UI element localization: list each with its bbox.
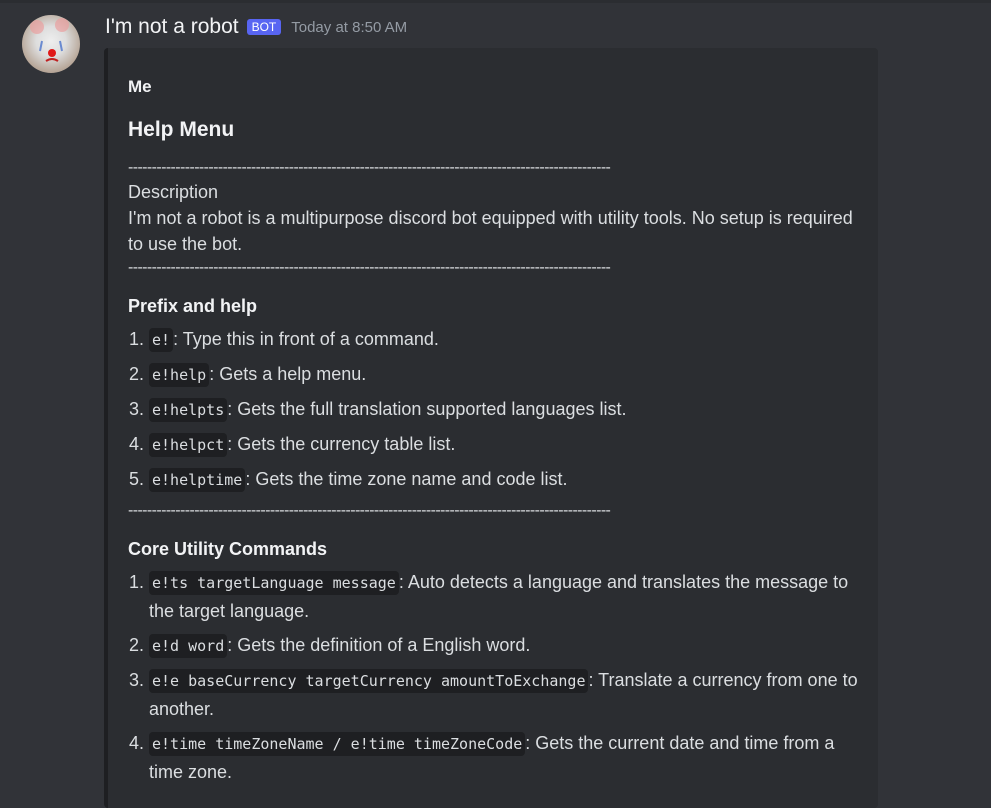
list-item: e!helptime: Gets the time zone name and … — [149, 465, 858, 494]
divider: ----------------------------------------… — [128, 159, 611, 176]
embed-title: Help Menu — [128, 118, 235, 141]
command-desc: : Gets the definition of a English word. — [227, 635, 531, 655]
command-code: e!helpct — [149, 433, 228, 457]
list-item: e!help: Gets a help menu. — [149, 360, 858, 389]
bot-badge: BOT — [246, 19, 282, 35]
list-item: e!helpct: Gets the currency table list. — [149, 430, 858, 459]
list-item: e!helpts: Gets the full translation supp… — [149, 395, 858, 424]
command-code: e!helpts — [149, 398, 228, 422]
command-code: e!d word — [149, 634, 228, 658]
command-desc: : Gets the currency table list. — [227, 434, 456, 454]
command-desc: : Gets the time zone name and code list. — [245, 469, 568, 489]
username[interactable]: I'm not a robot — [105, 15, 239, 39]
command-code: e!help — [149, 363, 210, 387]
command-code: e!time timeZoneName / e!time timeZoneCod… — [149, 732, 526, 756]
prefix-heading: Prefix and help — [128, 296, 258, 316]
list-item: e!ts targetLanguage message: Auto detect… — [149, 568, 858, 625]
core-heading: Core Utility Commands — [128, 539, 328, 559]
command-desc: : Gets a help menu. — [209, 364, 367, 384]
top-bar — [0, 0, 991, 3]
clown-cat-avatar-icon — [30, 18, 69, 62]
list-item: e!d word: Gets the definition of a Engli… — [149, 631, 858, 660]
command-code: e!e baseCurrency targetCurrency amountTo… — [149, 669, 589, 693]
timestamp: Today at 8:50 AM — [291, 18, 408, 36]
divider: ----------------------------------------… — [128, 502, 611, 519]
list-item: e!time timeZoneName / e!time timeZoneCod… — [149, 729, 858, 786]
list-item: e!: Type this in front of a command. — [149, 325, 858, 354]
command-code: e!ts targetLanguage message — [149, 571, 399, 595]
help-embed: Me Help Menu ---------------------------… — [104, 48, 878, 808]
command-desc: : Gets the full translation supported la… — [227, 399, 627, 419]
command-code: e!helptime — [149, 468, 246, 492]
prefix-list: e!: Type this in front of a command. e!h… — [128, 325, 858, 494]
avatar[interactable] — [22, 15, 80, 73]
core-list: e!ts targetLanguage message: Auto detect… — [128, 568, 858, 786]
divider: ----------------------------------------… — [128, 259, 611, 276]
description-text: I'm not a robot is a multipurpose discor… — [128, 208, 853, 254]
message-header: I'm not a robot BOT Today at 8:50 AM — [105, 15, 407, 39]
command-code: e! — [149, 328, 174, 352]
description-label: Description — [128, 182, 219, 202]
list-item: e!e baseCurrency targetCurrency amountTo… — [149, 666, 858, 723]
embed-author: Me — [128, 77, 152, 96]
command-desc: : Type this in front of a command. — [173, 329, 439, 349]
